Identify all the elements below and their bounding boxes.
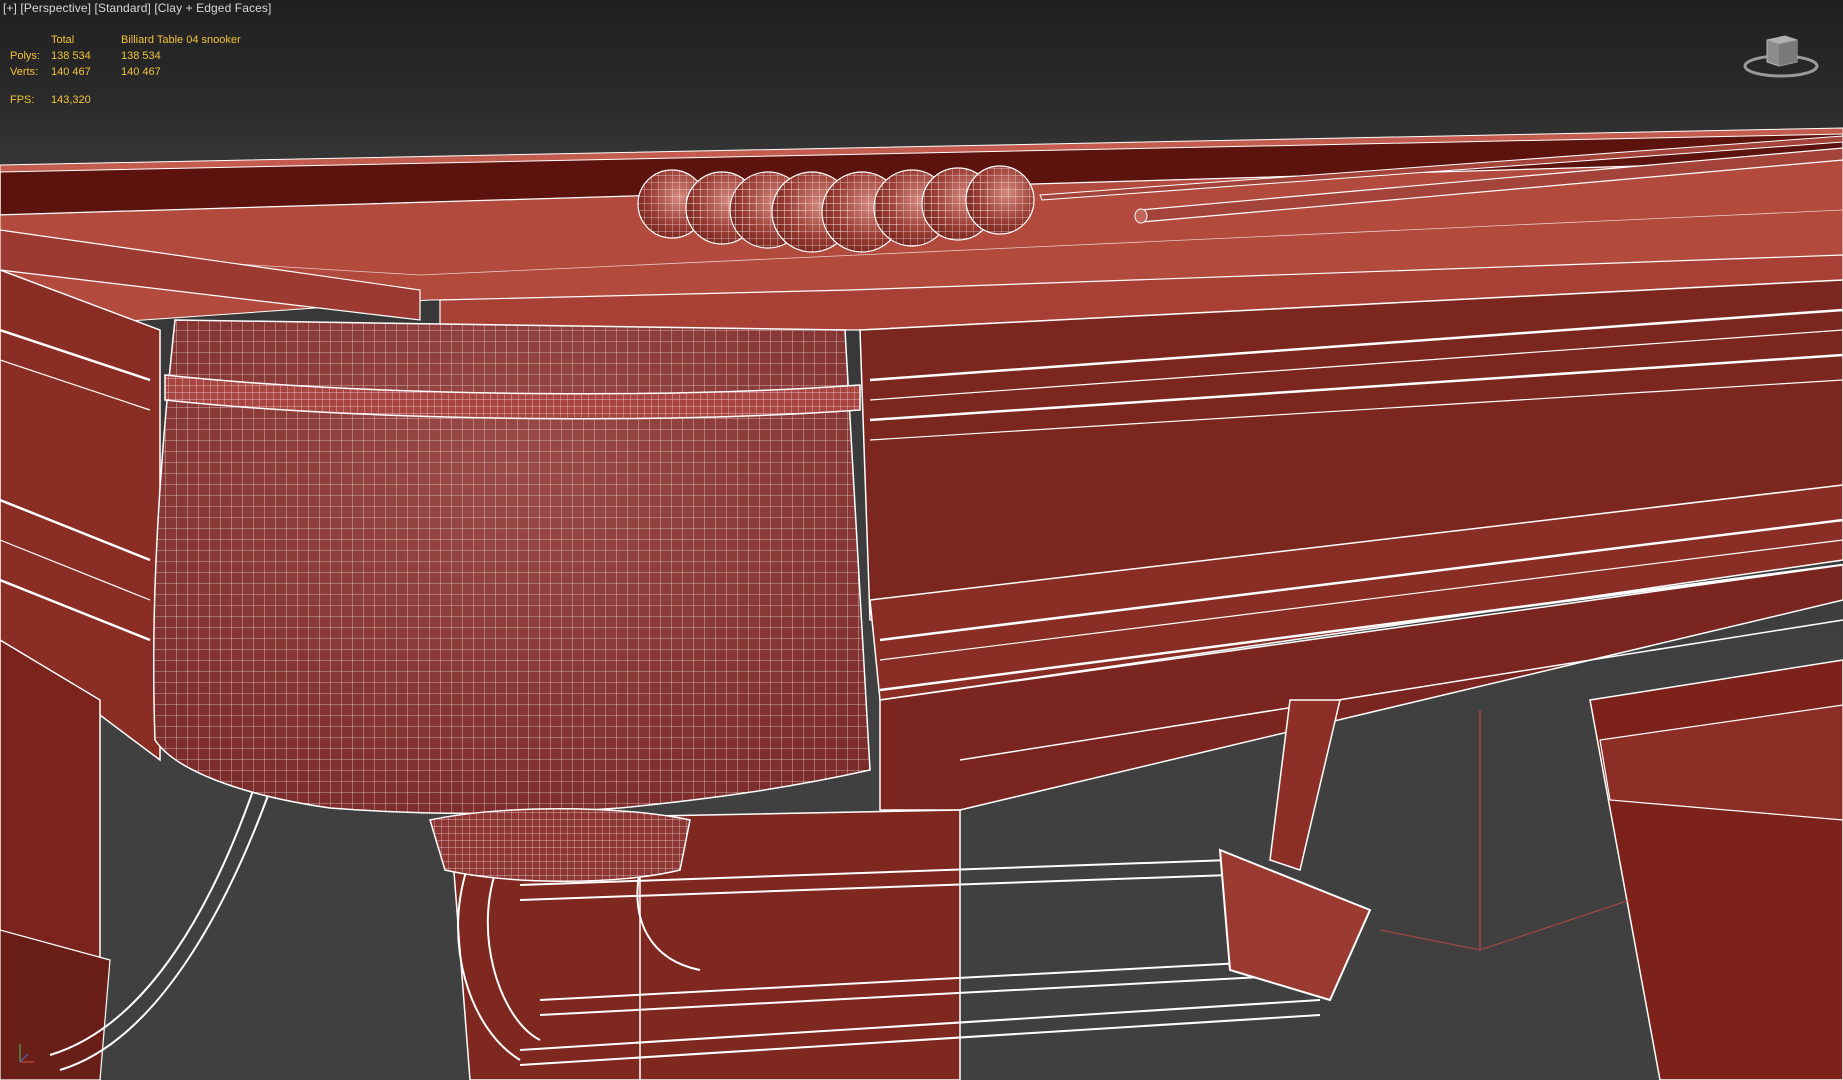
stats-polys-total: 138 534 [51,50,91,62]
stats-header-object: Billiard Table 04 snooker [121,34,241,46]
viewport-pov-menu[interactable]: [Perspective] [20,1,91,15]
viewport-shading-menu[interactable]: [Clay + Edged Faces] [154,1,271,15]
stats-fps-label: FPS: [10,94,35,106]
stats-fps-value: 143,320 [51,94,91,106]
viewport-standard-menu[interactable]: [Standard] [95,1,151,15]
stats-polys-label: Polys: [10,50,40,62]
left-leg [0,639,111,1080]
viewport-label: [+] [Perspective] [Standard] [Clay + Edg… [3,1,271,15]
stats-header-total: Total [51,34,75,46]
viewcube-icon[interactable] [1743,30,1819,80]
billiard-table-scene[interactable] [0,0,1843,1080]
stats-polys-object: 138 534 [121,50,161,62]
stats-verts-total: 140 467 [51,66,91,78]
perspective-viewport[interactable]: [+] [Perspective] [Standard] [Clay + Edg… [0,0,1843,1080]
viewport-menu-plus[interactable]: [+] [3,1,17,15]
stats-verts-object: 140 467 [121,66,161,78]
axis-tripod-icon [19,1044,34,1063]
stats-verts-label: Verts: [10,66,39,78]
